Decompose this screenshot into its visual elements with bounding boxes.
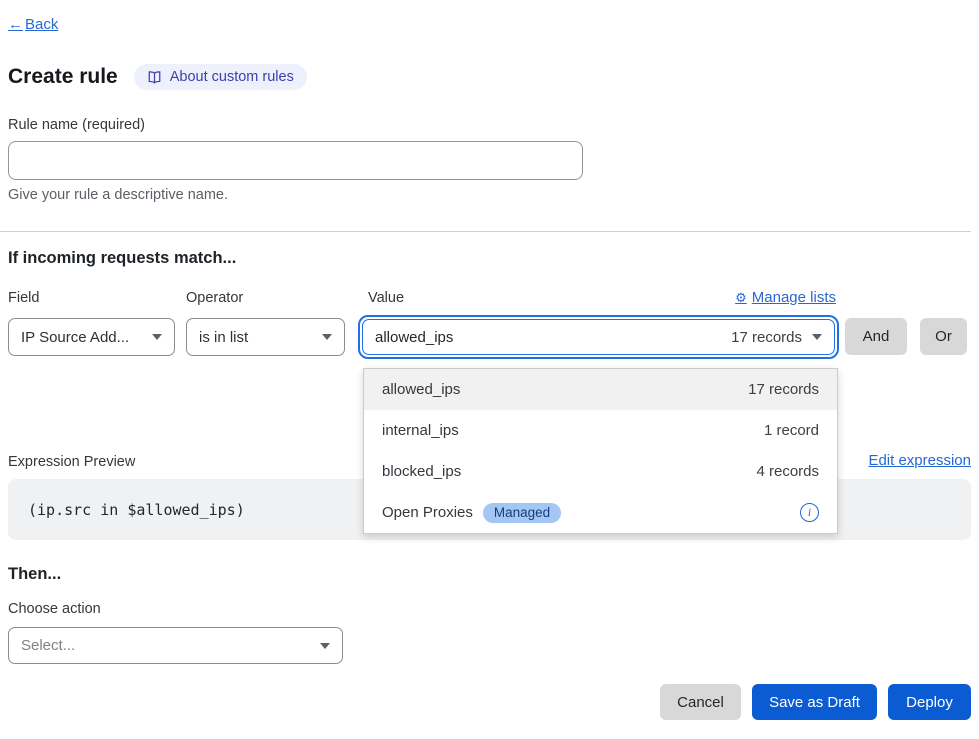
- value-label: Value: [368, 290, 404, 306]
- back-arrow-icon: ←: [8, 16, 23, 33]
- list-dropdown-menu: allowed_ips 17 records internal_ips 1 re…: [363, 368, 838, 534]
- edit-expression-link[interactable]: Edit expression: [868, 452, 971, 469]
- then-section-heading: Then...: [8, 565, 61, 584]
- managed-badge: Managed: [483, 503, 561, 523]
- expression-preview-label: Expression Preview: [8, 454, 135, 470]
- gear-icon: ⚙: [735, 290, 747, 306]
- create-rule-page: ← Back Create rule About custom rules Ru…: [0, 0, 979, 739]
- operator-select-value: is in list: [199, 329, 248, 346]
- rule-name-help: Give your rule a descriptive name.: [8, 187, 228, 203]
- manage-lists-link[interactable]: ⚙ Manage lists: [735, 289, 836, 306]
- rule-name-input[interactable]: [8, 141, 583, 180]
- field-select[interactable]: IP Source Add...: [8, 318, 175, 356]
- page-title: Create rule: [8, 65, 118, 89]
- list-item-name: Open Proxies: [382, 504, 473, 521]
- value-select-value: allowed_ips: [375, 329, 453, 346]
- match-section-heading: If incoming requests match...: [8, 249, 236, 268]
- operator-select[interactable]: is in list: [186, 318, 345, 356]
- field-label: Field: [8, 290, 39, 306]
- expression-code: (ip.src in $allowed_ips): [8, 501, 245, 519]
- chevron-down-icon: [320, 643, 330, 649]
- chevron-down-icon: [322, 334, 332, 340]
- list-item-internal-ips[interactable]: internal_ips 1 record: [364, 410, 837, 451]
- action-select-placeholder: Select...: [21, 637, 75, 654]
- list-item-name: allowed_ips: [382, 381, 460, 398]
- save-as-draft-button[interactable]: Save as Draft: [752, 684, 877, 720]
- chevron-down-icon: [152, 334, 162, 340]
- list-item-allowed-ips[interactable]: allowed_ips 17 records: [364, 369, 837, 410]
- manage-lists-label: Manage lists: [752, 289, 836, 306]
- choose-action-label: Choose action: [8, 601, 101, 617]
- value-select-record-count: 17 records: [731, 329, 802, 346]
- about-custom-rules-label: About custom rules: [170, 69, 294, 85]
- cancel-button[interactable]: Cancel: [660, 684, 741, 720]
- list-item-name: blocked_ips: [382, 463, 461, 480]
- back-link-label: Back: [25, 16, 58, 33]
- list-item-name: internal_ips: [382, 422, 459, 439]
- operator-label: Operator: [186, 290, 243, 306]
- field-select-value: IP Source Add...: [21, 329, 129, 346]
- action-select[interactable]: Select...: [8, 627, 343, 664]
- list-item-record-count: 4 records: [756, 463, 819, 480]
- rule-name-label: Rule name (required): [8, 117, 145, 133]
- list-item-blocked-ips[interactable]: blocked_ips 4 records: [364, 451, 837, 492]
- list-item-record-count: 1 record: [764, 422, 819, 439]
- and-button[interactable]: And: [845, 318, 907, 355]
- section-divider: [0, 231, 971, 232]
- or-button[interactable]: Or: [920, 318, 967, 355]
- info-icon[interactable]: i: [800, 503, 819, 522]
- about-custom-rules-link[interactable]: About custom rules: [134, 64, 307, 90]
- list-item-record-count: 17 records: [748, 381, 819, 398]
- value-select[interactable]: allowed_ips 17 records: [358, 315, 839, 359]
- deploy-button[interactable]: Deploy: [888, 684, 971, 720]
- back-link[interactable]: ← Back: [8, 16, 58, 33]
- chevron-down-icon: [812, 334, 822, 340]
- book-icon: [147, 70, 162, 85]
- list-item-open-proxies[interactable]: Open Proxies Managed i: [364, 492, 837, 533]
